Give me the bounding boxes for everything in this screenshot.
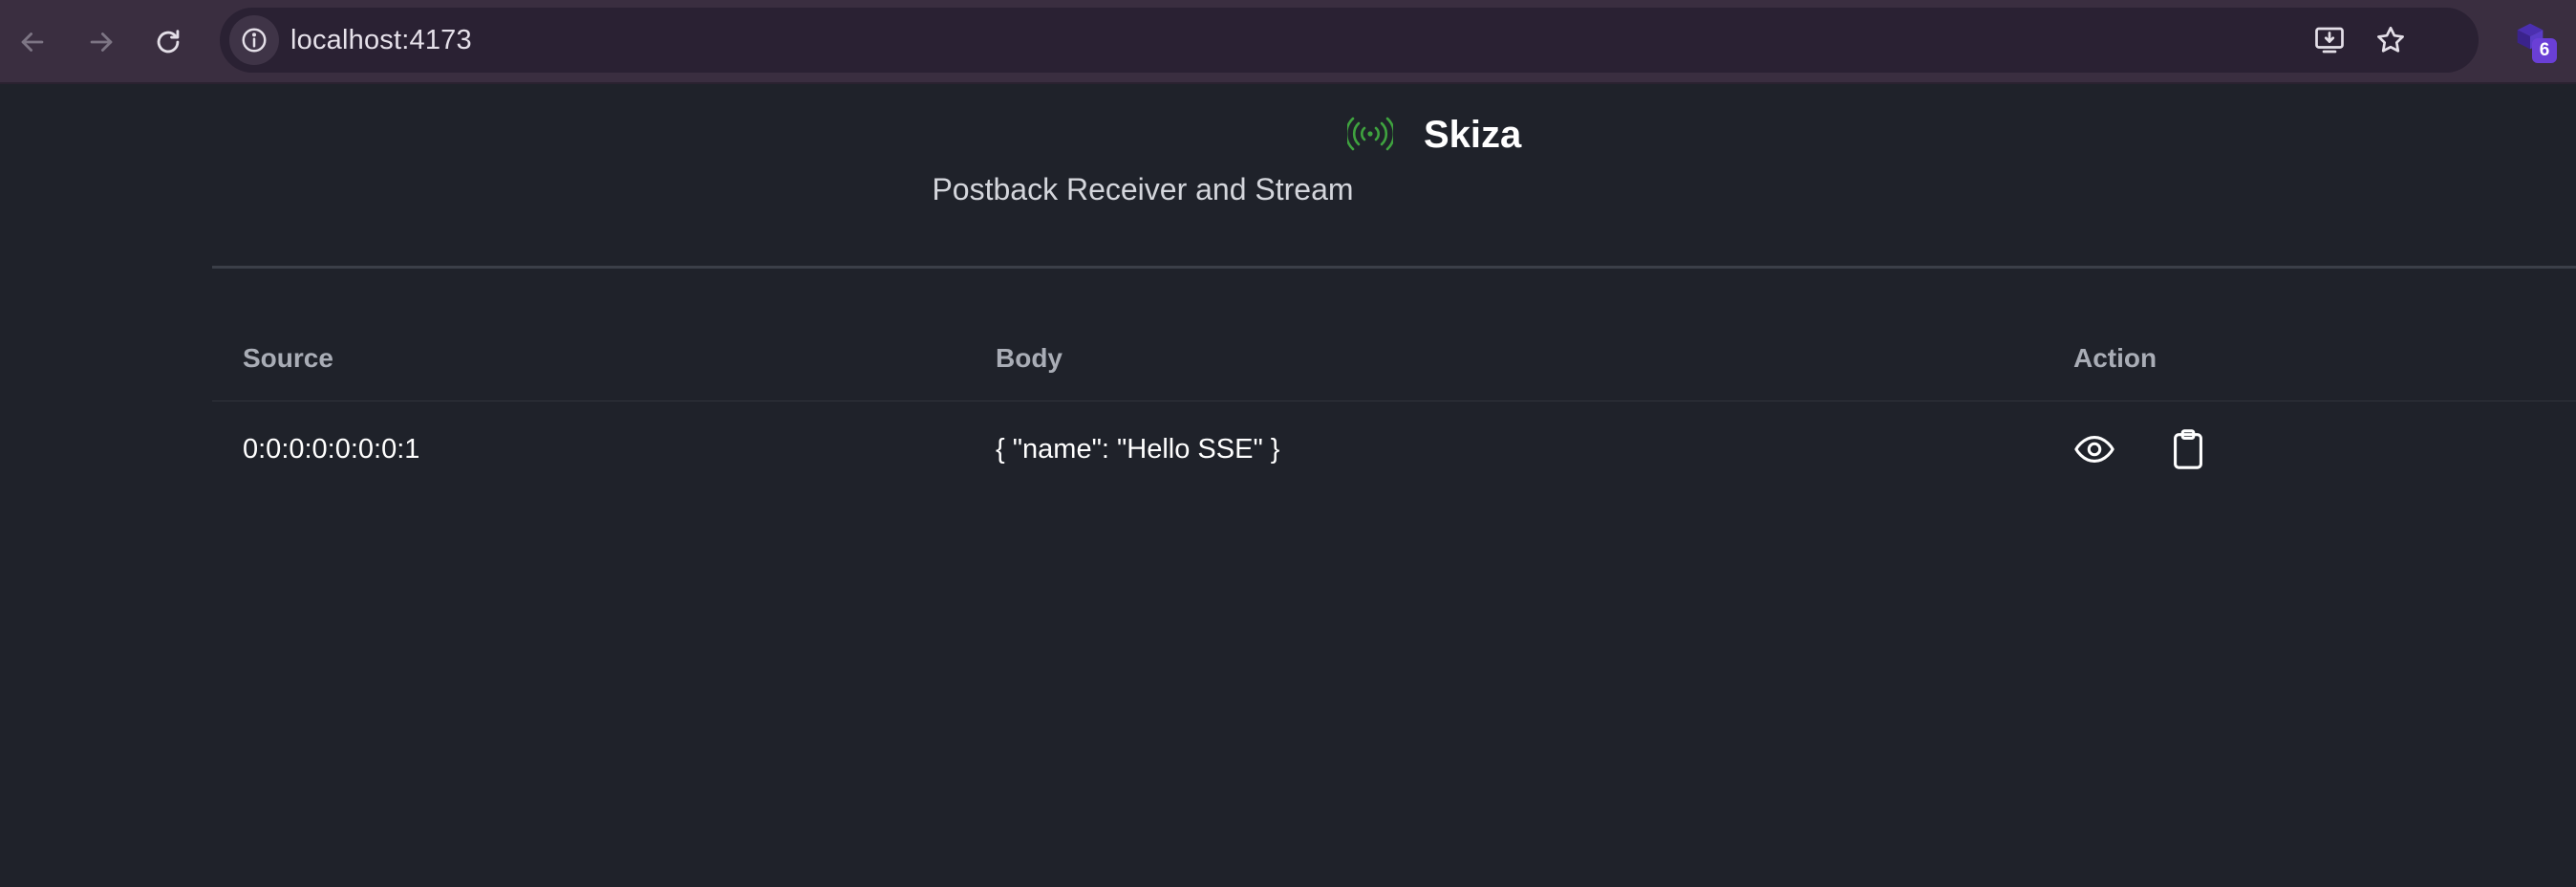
row-body: { "name": "Hello SSE" } xyxy=(996,434,1280,465)
back-button[interactable] xyxy=(6,15,59,69)
broadcast-signal-icon xyxy=(1347,117,1393,151)
column-header-source: Source xyxy=(243,343,333,373)
star-icon xyxy=(2377,26,2404,53)
column-header-action: Action xyxy=(2073,343,2157,373)
info-icon xyxy=(242,28,267,53)
reload-button[interactable] xyxy=(141,15,195,69)
column-header-body: Body xyxy=(996,343,1063,373)
bookmark-button[interactable] xyxy=(2370,19,2412,61)
clipboard-icon xyxy=(2174,429,2202,469)
browser-toolbar: localhost:4173 6 xyxy=(0,0,2576,84)
copy-button[interactable] xyxy=(2165,426,2211,472)
app-title: Skiza xyxy=(1424,114,1522,156)
site-info-button[interactable] xyxy=(229,15,279,65)
url-text[interactable]: localhost:4173 xyxy=(290,8,472,73)
app-subtitle: Postback Receiver and Stream xyxy=(0,168,2431,210)
eye-icon xyxy=(2074,436,2114,463)
app-header: Skiza xyxy=(0,107,2576,164)
table-header: Source Body Action xyxy=(212,315,2576,401)
header-divider xyxy=(212,266,2576,269)
table-row: 0:0:0:0:0:0:0:1 { "name": "Hello SSE" } xyxy=(212,401,2576,497)
row-source: 0:0:0:0:0:0:0:1 xyxy=(243,434,420,465)
extension-badge: 6 xyxy=(2532,38,2557,63)
arrow-left-icon xyxy=(21,32,44,52)
install-app-icon xyxy=(2315,27,2344,54)
install-app-button[interactable] xyxy=(2308,19,2351,61)
address-bar[interactable]: localhost:4173 xyxy=(220,8,2479,73)
extension-button[interactable]: 6 xyxy=(2511,17,2561,67)
reload-icon xyxy=(157,30,180,54)
arrow-right-icon xyxy=(90,32,113,52)
app-subtitle-text: Postback Receiver and Stream xyxy=(932,172,1354,206)
postback-table: Source Body Action 0:0:0:0:0:0:0:1 { "na… xyxy=(212,315,2576,497)
view-button[interactable] xyxy=(2072,426,2117,472)
forward-button[interactable] xyxy=(75,15,128,69)
